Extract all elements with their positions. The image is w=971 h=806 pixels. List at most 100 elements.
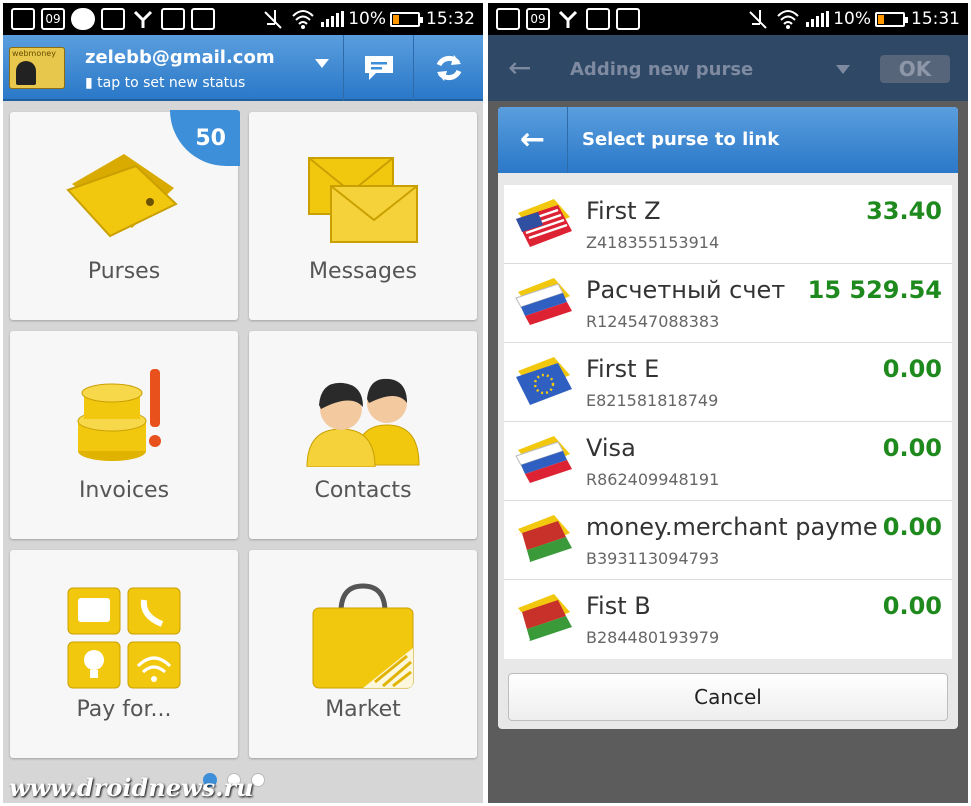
chevron-down-icon[interactable] — [315, 59, 329, 68]
contacts-icon — [306, 378, 420, 467]
purse-list: First Z Z418355153914 33.40 Расчетный сч… — [504, 185, 952, 659]
calendar-icon: 09 — [41, 8, 65, 30]
tile-market-label: Market — [325, 697, 401, 722]
chevron-down-icon — [836, 65, 850, 74]
wallet-icon — [66, 154, 178, 238]
notification-icons: 09 — [11, 7, 221, 31]
status-hint-label: tap to set new status — [97, 75, 246, 91]
wifi-icon — [291, 8, 315, 30]
app-header: zelebb@gmail.com ▮ tap to set new status — [3, 35, 483, 101]
wifi-icon — [776, 8, 800, 30]
wallet-by-flag-icon — [516, 515, 572, 562]
account-email[interactable]: zelebb@gmail.com — [85, 47, 275, 68]
purse-number: B284480193979 — [586, 628, 720, 647]
tile-contacts-label: Contacts — [314, 478, 412, 503]
chat-icon — [364, 56, 393, 80]
purse-row[interactable]: Fist B B284480193979 0.00 — [504, 580, 952, 659]
purse-number: R862409948191 — [586, 470, 720, 489]
wallet-eu-flag-icon — [516, 357, 572, 405]
cancel-button[interactable]: Cancel — [508, 673, 948, 721]
tile-messages-label: Messages — [309, 259, 417, 284]
tile-pay-for[interactable]: Pay for... — [10, 550, 238, 758]
avatar[interactable] — [9, 47, 65, 89]
refresh-button[interactable] — [413, 35, 483, 101]
purse-amount: 0.00 — [882, 355, 942, 383]
tile-market[interactable]: Market — [249, 550, 477, 758]
purse-name: money.merchant payme — [586, 513, 878, 541]
purse-name: Visa — [586, 434, 636, 462]
pay-for-icon — [67, 587, 181, 689]
tile-invoices-label: Invoices — [78, 478, 170, 503]
notification-icons: 09 — [496, 7, 646, 31]
purse-number: E821581818749 — [586, 391, 719, 410]
purse-number: Z418355153914 — [586, 233, 720, 252]
system-icons: 10% 15:31 — [746, 7, 960, 31]
tile-messages[interactable]: Messages — [249, 112, 477, 320]
tile-purses[interactable]: 50 Purses — [10, 110, 240, 320]
battery-icon — [390, 11, 423, 27]
screenshot: 09 10% 15:32 webmoney zelebb@gmail.com ▮… — [0, 0, 971, 806]
purse-name: Fist B — [586, 592, 651, 620]
clock: 15:31 — [911, 9, 960, 29]
purse-row[interactable]: First E E821581818749 0.00 — [504, 343, 952, 422]
purse-row[interactable]: money.merchant payme B393113094793 0.00 — [504, 501, 952, 580]
purse-name: First E — [586, 355, 660, 383]
status-hint[interactable]: ▮ tap to set new status — [85, 75, 245, 91]
task-check-icon — [161, 8, 185, 30]
add-icon — [71, 8, 95, 30]
message-icon — [101, 8, 125, 30]
wallet-by-flag-icon — [516, 594, 572, 641]
purse-number: R124547088383 — [586, 312, 720, 331]
signal-icon — [321, 11, 345, 27]
screen-title: Adding new purse — [570, 59, 754, 80]
select-purse-dialog: ← Select purse to link First Z Z41835515… — [498, 107, 958, 729]
webmoney-home-screen: 09 10% 15:32 webmoney zelebb@gmail.com ▮… — [3, 3, 483, 803]
task-check-icon-2 — [616, 8, 640, 30]
battery-percent: 10% — [348, 9, 386, 29]
envelopes-icon — [308, 157, 418, 243]
task-check-icon-2 — [191, 8, 215, 30]
usb-icon — [131, 8, 155, 30]
coins-icon — [77, 369, 161, 461]
tile-contacts[interactable]: Contacts — [249, 331, 477, 539]
mute-icon — [746, 8, 770, 30]
mute-icon — [261, 8, 285, 30]
back-arrow-icon: ← — [508, 51, 532, 84]
status-bar: 09 10% 15:31 — [488, 3, 968, 35]
messages-button[interactable] — [343, 35, 413, 101]
battery-icon — [875, 11, 908, 27]
tile-invoices[interactable]: Invoices — [10, 331, 238, 539]
wallet-ru-flag-icon — [515, 436, 572, 483]
purse-row[interactable]: First Z Z418355153914 33.40 — [504, 185, 952, 264]
task-check-icon — [586, 8, 610, 30]
purse-name: First Z — [586, 197, 661, 225]
usb-icon — [556, 8, 580, 30]
system-icons: 10% 15:32 — [261, 7, 475, 31]
notification-icon — [496, 8, 520, 30]
purse-number: B393113094793 — [586, 549, 720, 568]
dialog-title: Select purse to link — [582, 129, 780, 150]
wallet-us-flag-icon — [516, 199, 572, 247]
watermark: www.droidnews.ru — [9, 773, 254, 802]
purse-amount: 0.00 — [882, 434, 942, 462]
battery-percent: 10% — [833, 9, 871, 29]
dimmed-app-header: ← Adding new purse OK — [488, 35, 968, 101]
purse-amount: 0.00 — [882, 592, 942, 620]
clock: 15:32 — [426, 9, 475, 29]
speech-bubble-icon: ▮ — [85, 75, 93, 91]
wallet-ru-flag-icon — [515, 278, 572, 325]
purse-row[interactable]: Visa R862409948191 0.00 — [504, 422, 952, 501]
signal-icon — [806, 11, 830, 27]
tile-pay-for-label: Pay for... — [76, 697, 172, 722]
purse-amount: 0.00 — [882, 513, 942, 541]
purse-row[interactable]: Расчетный счет R124547088383 15 529.54 — [504, 264, 952, 343]
status-bar: 09 10% 15:32 — [3, 3, 483, 35]
tile-purses-label: Purses — [87, 259, 161, 284]
purse-amount: 33.40 — [866, 197, 942, 225]
notification-icon — [11, 8, 35, 30]
shopping-bag-icon — [312, 583, 414, 689]
dialog-back-button[interactable]: ← — [498, 107, 568, 173]
dialog-header: ← Select purse to link — [498, 107, 958, 173]
calendar-icon: 09 — [526, 8, 550, 30]
ok-button: OK — [880, 55, 950, 83]
